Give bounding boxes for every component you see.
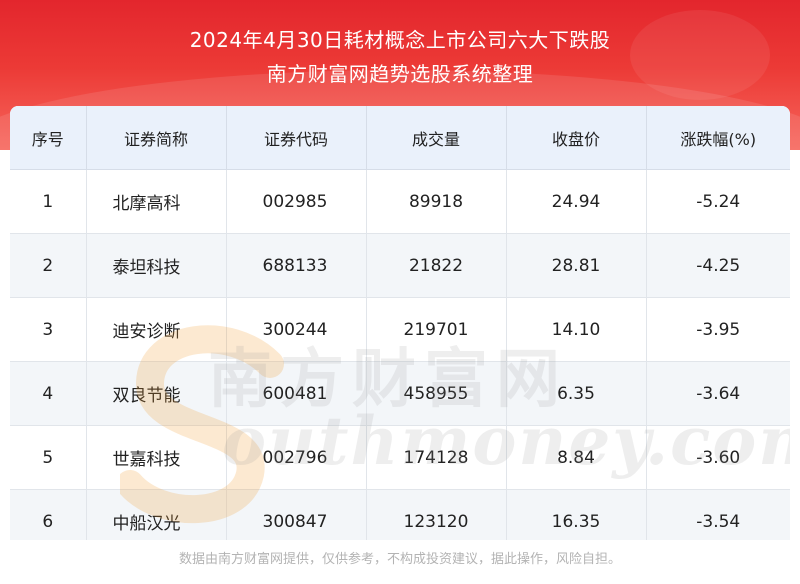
page-subtitle: 南方财富网趋势选股系统整理 bbox=[266, 62, 534, 86]
table-header-row: 序号 证券简称 证券代码 成交量 收盘价 涨跌幅(%) bbox=[10, 106, 790, 170]
cell-code: 300847 bbox=[226, 489, 367, 540]
cell-volume: 89918 bbox=[366, 169, 507, 234]
cell-index: 5 bbox=[10, 425, 87, 490]
cell-name: 双良节能 bbox=[86, 361, 227, 426]
cell-close: 6.35 bbox=[506, 361, 647, 426]
table-row: 2 泰坦科技 688133 21822 28.81 -4.25 bbox=[10, 233, 790, 298]
cell-volume: 123120 bbox=[366, 489, 507, 540]
cell-change: -5.24 bbox=[646, 169, 790, 234]
cell-name: 泰坦科技 bbox=[86, 233, 227, 298]
cell-change: -3.60 bbox=[646, 425, 790, 490]
cell-code: 002796 bbox=[226, 425, 367, 490]
cell-index: 2 bbox=[10, 233, 87, 298]
page-title: 2024年4月30日耗材概念上市公司六大下跌股 bbox=[189, 28, 611, 52]
cell-volume: 174128 bbox=[366, 425, 507, 490]
cell-index: 4 bbox=[10, 361, 87, 426]
cell-code: 600481 bbox=[226, 361, 367, 426]
table-row: 4 双良节能 600481 458955 6.35 -3.64 bbox=[10, 361, 790, 426]
column-header-index: 序号 bbox=[10, 106, 87, 170]
cell-code: 300244 bbox=[226, 297, 367, 362]
cell-change: -3.54 bbox=[646, 489, 790, 540]
cell-close: 8.84 bbox=[506, 425, 647, 490]
column-header-code: 证券代码 bbox=[226, 106, 367, 170]
cell-close: 24.94 bbox=[506, 169, 647, 234]
cell-volume: 21822 bbox=[366, 233, 507, 298]
table-row: 1 北摩高科 002985 89918 24.94 -5.24 bbox=[10, 169, 790, 234]
column-header-volume: 成交量 bbox=[366, 106, 507, 170]
cell-change: -3.95 bbox=[646, 297, 790, 362]
cell-code: 688133 bbox=[226, 233, 367, 298]
cell-close: 14.10 bbox=[506, 297, 647, 362]
cell-close: 16.35 bbox=[506, 489, 647, 540]
stock-table: 序号 证券简称 证券代码 成交量 收盘价 涨跌幅(%) 1 北摩高科 00298… bbox=[10, 106, 790, 540]
table-card: 序号 证券简称 证券代码 成交量 收盘价 涨跌幅(%) 1 北摩高科 00298… bbox=[10, 106, 790, 540]
cell-name: 中船汉光 bbox=[86, 489, 227, 540]
column-header-name: 证券简称 bbox=[86, 106, 227, 170]
column-header-close: 收盘价 bbox=[506, 106, 647, 170]
table-row: 5 世嘉科技 002796 174128 8.84 -3.60 bbox=[10, 425, 790, 490]
cell-index: 3 bbox=[10, 297, 87, 362]
cell-close: 28.81 bbox=[506, 233, 647, 298]
footer-disclaimer: 数据由南方财富网提供，仅供参考，不构成投资建议，据此操作，风险自担。 bbox=[178, 552, 621, 567]
table-row: 6 中船汉光 300847 123120 16.35 -3.54 bbox=[10, 489, 790, 540]
cell-code: 002985 bbox=[226, 169, 367, 234]
table-row: 3 迪安诊断 300244 219701 14.10 -3.95 bbox=[10, 297, 790, 362]
cell-volume: 219701 bbox=[366, 297, 507, 362]
column-header-change: 涨跌幅(%) bbox=[646, 106, 790, 170]
cell-change: -3.64 bbox=[646, 361, 790, 426]
cell-volume: 458955 bbox=[366, 361, 507, 426]
cell-index: 1 bbox=[10, 169, 87, 234]
cell-name: 北摩高科 bbox=[86, 169, 227, 234]
cell-name: 迪安诊断 bbox=[86, 297, 227, 362]
cell-change: -4.25 bbox=[646, 233, 790, 298]
cell-name: 世嘉科技 bbox=[86, 425, 227, 490]
cell-index: 6 bbox=[10, 489, 87, 540]
